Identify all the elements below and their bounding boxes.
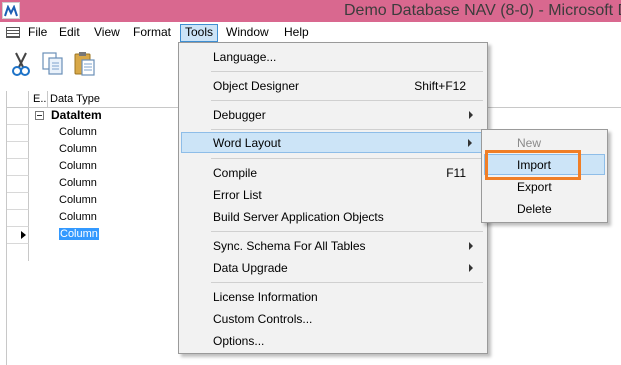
title-bar: Demo Database NAV (8-0) - Microsoft Dy <box>0 0 621 22</box>
column-cell[interactable]: Column <box>59 143 97 155</box>
menu-item-shortcut: Shift+F12 <box>414 79 466 93</box>
submenu-item-label: New <box>517 136 542 150</box>
tools-menu: Language... Object Designer Shift+F12 De… <box>178 42 488 354</box>
submenu-item-label: Export <box>517 180 552 194</box>
menu-item-label: Build Server Application Objects <box>213 210 384 224</box>
menu-separator <box>211 282 483 283</box>
menu-item-compile[interactable]: Compile F11 <box>181 162 486 183</box>
menu-separator <box>211 100 483 101</box>
menu-item-build-server-objects[interactable]: Build Server Application Objects <box>181 206 486 227</box>
menu-item-license-information[interactable]: License Information <box>181 286 486 307</box>
submenu-arrow-icon <box>469 264 473 272</box>
menu-separator <box>211 71 483 72</box>
window-title: Demo Database NAV (8-0) - Microsoft Dy <box>344 2 621 19</box>
menu-item-word-layout[interactable]: Word Layout <box>181 132 486 153</box>
column-cell[interactable]: Column <box>59 160 97 172</box>
submenu-item-delete[interactable]: Delete <box>484 198 605 219</box>
annotation-highlight-box <box>485 150 581 180</box>
menu-format[interactable]: Format <box>129 24 175 42</box>
menu-file[interactable]: File <box>24 24 51 42</box>
menu-separator <box>211 129 483 130</box>
paste-icon[interactable] <box>72 50 98 78</box>
menu-separator <box>211 158 483 159</box>
menu-item-label: License Information <box>213 290 318 304</box>
menu-item-options[interactable]: Options... <box>181 330 486 351</box>
menu-item-object-designer[interactable]: Object Designer Shift+F12 <box>181 75 486 96</box>
column-divider <box>47 91 48 108</box>
menu-item-error-list[interactable]: Error List <box>181 184 486 205</box>
menu-item-label: Sync. Schema For All Tables <box>213 239 366 253</box>
submenu-arrow-icon <box>468 139 472 147</box>
menu-edit[interactable]: Edit <box>55 24 84 42</box>
menu-window[interactable]: Window <box>222 24 273 42</box>
column-cell[interactable]: Column <box>59 177 97 189</box>
menu-item-label: Data Upgrade <box>213 261 288 275</box>
system-menu-icon[interactable] <box>6 27 20 38</box>
menu-item-label: Language... <box>213 50 277 64</box>
menu-item-language[interactable]: Language... <box>181 46 486 67</box>
column-cell-selected[interactable]: Column <box>59 228 99 240</box>
menu-item-shortcut: F11 <box>446 166 466 180</box>
menu-item-debugger[interactable]: Debugger <box>181 104 486 125</box>
menu-item-label: Debugger <box>213 108 266 122</box>
menu-item-custom-controls[interactable]: Custom Controls... <box>181 308 486 329</box>
column-cell[interactable]: Column <box>59 194 97 206</box>
menu-item-label: Word Layout <box>213 136 281 150</box>
scissors-icon[interactable] <box>8 50 34 78</box>
column-header-data-type[interactable]: Data Type <box>50 93 100 105</box>
row-selector[interactable] <box>7 210 29 227</box>
menu-bar: File Edit View Format Tools Window Help <box>0 22 621 43</box>
menu-item-label: Object Designer <box>213 79 300 93</box>
menu-help[interactable]: Help <box>280 24 313 42</box>
menu-item-data-upgrade[interactable]: Data Upgrade <box>181 257 486 278</box>
submenu-arrow-icon <box>469 111 473 119</box>
collapse-icon[interactable] <box>35 111 44 120</box>
row-selector[interactable] <box>7 176 29 193</box>
menu-tools[interactable]: Tools <box>180 24 219 42</box>
menu-item-label: Error List <box>213 188 262 202</box>
menu-view[interactable]: View <box>90 24 124 42</box>
dataitem-cell[interactable]: DataItem <box>51 108 102 122</box>
current-row-icon <box>21 231 26 239</box>
menu-item-sync-schema[interactable]: Sync. Schema For All Tables <box>181 235 486 256</box>
submenu-arrow-icon <box>469 242 473 250</box>
submenu-item-label: Delete <box>517 202 552 216</box>
row-selector[interactable] <box>7 244 29 261</box>
row-selector[interactable] <box>7 108 29 125</box>
row-selector[interactable] <box>7 159 29 176</box>
column-cell[interactable]: Column <box>59 126 97 138</box>
menu-separator <box>211 231 483 232</box>
menu-item-label: Custom Controls... <box>213 312 313 326</box>
row-selector[interactable] <box>7 142 29 159</box>
row-selector[interactable] <box>7 227 29 244</box>
row-selector[interactable] <box>7 125 29 142</box>
nav-app-icon[interactable] <box>2 2 20 19</box>
menu-item-label: Compile <box>213 166 258 180</box>
column-cell[interactable]: Column <box>59 211 97 223</box>
column-header-enabled[interactable]: E.. <box>33 93 46 105</box>
row-selector[interactable] <box>7 193 29 210</box>
row-selector-header <box>7 91 29 108</box>
menu-item-label: Options... <box>213 334 265 348</box>
copy-icon[interactable] <box>40 50 66 78</box>
